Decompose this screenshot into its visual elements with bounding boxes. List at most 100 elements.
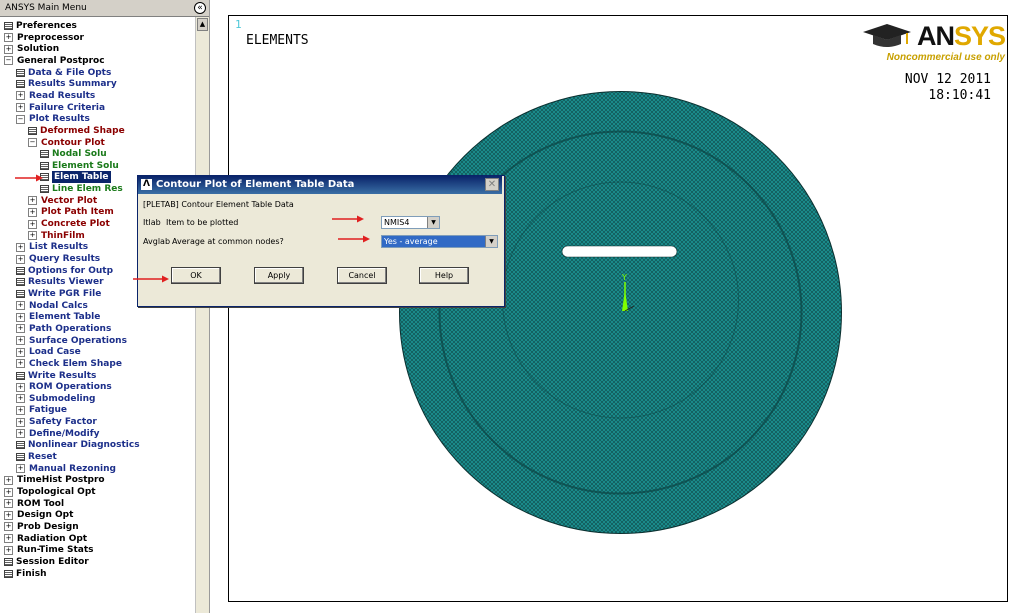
menu-item[interactable]: + Topological Opt xyxy=(4,486,96,498)
menu-item[interactable]: − Contour Plot xyxy=(28,137,105,149)
menu-item[interactable]: Finish xyxy=(4,568,47,580)
expand-icon[interactable]: + xyxy=(28,231,37,241)
menu-item[interactable]: + Preprocessor xyxy=(4,32,84,44)
menu-item[interactable]: + Solution xyxy=(4,43,59,55)
menu-item[interactable]: Elem Table xyxy=(40,171,111,184)
expand-icon[interactable]: + xyxy=(4,545,13,555)
menu-item[interactable]: + Read Results xyxy=(16,90,95,102)
expand-icon[interactable]: + xyxy=(16,103,25,113)
menu-item[interactable]: + Fatigue xyxy=(16,404,67,416)
graphics-window[interactable]: 1 ELEMENTS NOV 12 2011 18:10:41 ANSYS No… xyxy=(228,15,1008,602)
expand-icon[interactable]: + xyxy=(16,417,25,427)
menu-item[interactable]: + Nodal Calcs xyxy=(16,300,88,312)
expand-icon[interactable]: + xyxy=(16,91,25,101)
menu-item[interactable]: + Radiation Opt xyxy=(4,533,87,545)
menu-item[interactable]: + List Results xyxy=(16,241,88,253)
menu-item[interactable]: + ROM Tool xyxy=(4,498,64,510)
expand-icon[interactable]: + xyxy=(16,394,25,404)
menu-item[interactable]: + Safety Factor xyxy=(16,416,97,428)
menu-item[interactable]: + Element Table xyxy=(16,311,100,323)
expand-icon[interactable]: + xyxy=(16,429,25,439)
document-icon[interactable] xyxy=(4,569,13,578)
menu-item[interactable]: Deformed Shape xyxy=(28,125,125,137)
document-icon[interactable] xyxy=(16,453,25,462)
expand-icon[interactable]: + xyxy=(4,522,13,532)
menu-item[interactable]: Data & File Opts xyxy=(16,67,111,79)
menu-item[interactable]: + Run-Time Stats xyxy=(4,544,94,556)
document-icon[interactable] xyxy=(16,278,25,287)
cancel-button[interactable]: Cancel xyxy=(337,267,387,284)
expand-icon[interactable]: + xyxy=(16,301,25,311)
document-icon[interactable] xyxy=(28,126,37,135)
document-icon[interactable] xyxy=(16,441,25,450)
itlab-select[interactable]: NMIS4 ▼ xyxy=(381,216,440,229)
scroll-up-icon[interactable]: ▲ xyxy=(197,18,208,31)
menu-item[interactable]: + ROM Operations xyxy=(16,381,112,393)
help-button[interactable]: Help xyxy=(419,267,469,284)
expand-icon[interactable]: + xyxy=(16,336,25,346)
collapse-tree-icon[interactable]: − xyxy=(4,56,13,66)
menu-item[interactable]: Options for Outp xyxy=(16,265,113,277)
menu-item[interactable]: + Design Opt xyxy=(4,509,73,521)
menu-item[interactable]: + Load Case xyxy=(16,346,81,358)
document-icon[interactable] xyxy=(40,161,49,170)
collapse-tree-icon[interactable]: − xyxy=(28,138,37,147)
menu-item[interactable]: − Plot Results xyxy=(16,113,90,125)
chevron-down-icon[interactable]: ▼ xyxy=(427,217,439,228)
menu-item[interactable]: + Submodeling xyxy=(16,393,95,405)
menu-item[interactable]: + Define/Modify xyxy=(16,428,100,440)
expand-icon[interactable]: + xyxy=(4,499,13,509)
expand-icon[interactable]: + xyxy=(4,510,13,520)
menu-item[interactable]: + Plot Path Item xyxy=(28,206,114,218)
expand-icon[interactable]: + xyxy=(4,487,13,497)
menu-item[interactable]: Line Elem Res xyxy=(40,183,123,195)
menu-item[interactable]: + TimeHist Postpro xyxy=(4,474,105,486)
expand-icon[interactable]: + xyxy=(16,464,25,474)
menu-item[interactable]: − General Postproc xyxy=(4,55,105,67)
menu-item[interactable]: + Manual Rezoning xyxy=(16,463,116,475)
collapse-tree-icon[interactable]: − xyxy=(16,114,25,124)
menu-item[interactable]: + Path Operations xyxy=(16,323,111,335)
dialog-titlebar[interactable]: Λ Contour Plot of Element Table Data ✕ xyxy=(138,176,502,194)
expand-icon[interactable]: + xyxy=(16,254,25,264)
ok-button[interactable]: OK xyxy=(171,267,221,284)
chevron-down-icon[interactable]: ▼ xyxy=(485,236,497,247)
menu-item[interactable]: + Check Elem Shape xyxy=(16,358,122,370)
document-icon[interactable] xyxy=(40,150,49,159)
document-icon[interactable] xyxy=(16,80,25,89)
menu-item[interactable]: Element Solu xyxy=(40,160,119,172)
expand-icon[interactable]: + xyxy=(16,312,25,322)
expand-icon[interactable]: + xyxy=(28,196,37,206)
expand-icon[interactable]: + xyxy=(4,33,13,43)
menu-item[interactable]: Write PGR File xyxy=(16,288,101,300)
menu-item[interactable]: Nodal Solu xyxy=(40,148,107,160)
document-icon[interactable] xyxy=(16,68,25,77)
menu-item[interactable]: Results Summary xyxy=(16,78,117,90)
menu-item[interactable]: + Failure Criteria xyxy=(16,102,105,114)
expand-icon[interactable]: + xyxy=(16,347,25,357)
menu-item[interactable]: Write Results xyxy=(16,370,96,382)
menu-item[interactable]: Results Viewer xyxy=(16,276,104,288)
menu-item[interactable]: Session Editor xyxy=(4,556,89,568)
expand-icon[interactable]: + xyxy=(4,534,13,544)
menu-item[interactable]: + Concrete Plot xyxy=(28,218,110,230)
expand-icon[interactable]: + xyxy=(28,219,37,229)
document-icon[interactable] xyxy=(4,22,13,30)
document-icon[interactable] xyxy=(16,371,25,380)
menu-item[interactable]: + Query Results xyxy=(16,253,100,265)
menu-item[interactable]: + Prob Design xyxy=(4,521,79,533)
expand-icon[interactable]: + xyxy=(28,207,37,217)
close-icon[interactable]: ✕ xyxy=(485,178,499,191)
menu-item[interactable]: Nonlinear Diagnostics xyxy=(16,439,140,451)
menu-item[interactable]: + Vector Plot xyxy=(28,195,97,207)
expand-icon[interactable]: + xyxy=(16,382,25,392)
document-icon[interactable] xyxy=(4,557,13,566)
menu-item[interactable]: Reset xyxy=(16,451,57,463)
contour-plot-dialog[interactable]: Λ Contour Plot of Element Table Data ✕ [… xyxy=(137,175,505,307)
document-icon[interactable] xyxy=(16,266,25,275)
collapse-icon[interactable]: « xyxy=(194,2,206,14)
menu-item[interactable]: + ThinFilm xyxy=(28,230,85,242)
menu-item[interactable]: Preferences xyxy=(4,20,77,32)
expand-icon[interactable]: + xyxy=(16,405,25,415)
expand-icon[interactable]: + xyxy=(16,359,25,369)
